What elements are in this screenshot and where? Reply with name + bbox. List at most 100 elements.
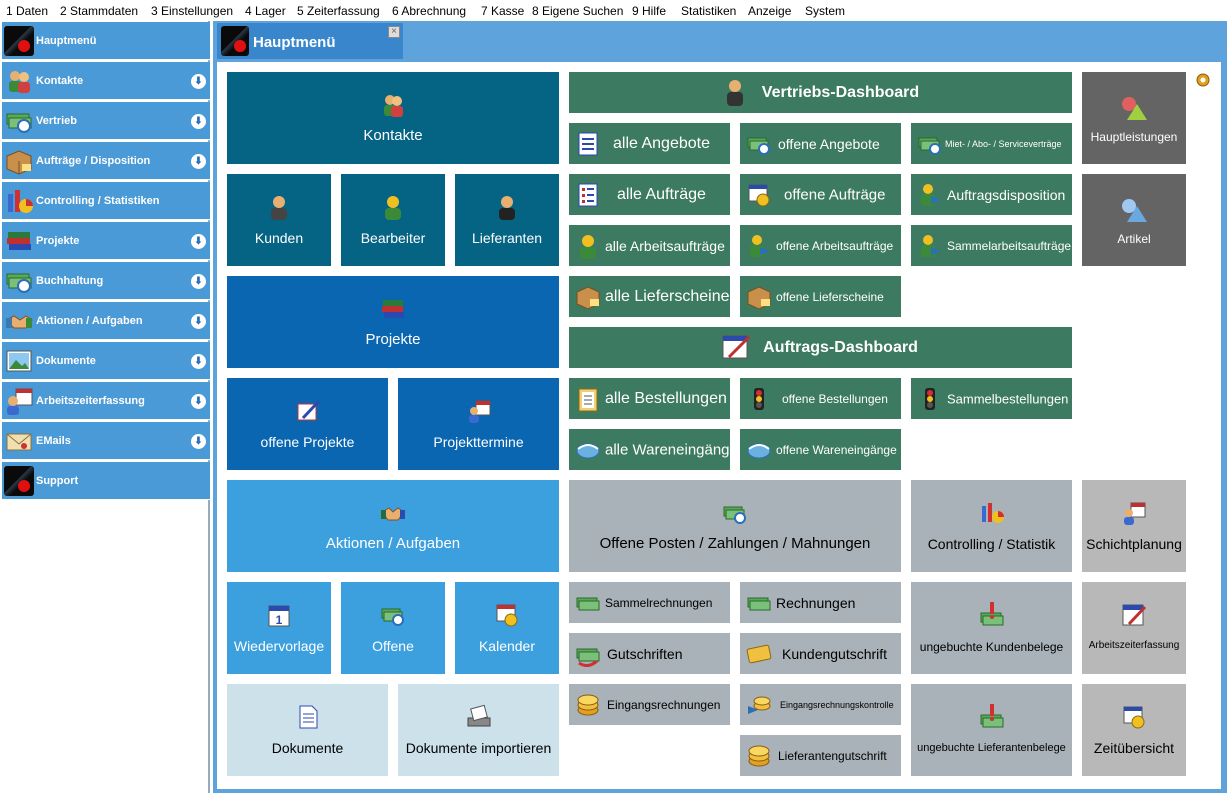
menu-anzeige[interactable]: Anzeige (748, 4, 791, 18)
tile-ungebuchte-lieferantenbelege[interactable]: ungebuchte Lieferantenbelege (911, 684, 1072, 776)
sidebar-item-aktionen[interactable]: Aktionen / Aufgaben ⬇ (2, 302, 210, 340)
sidebar-item-emails[interactable]: EMails ⬇ (2, 422, 210, 460)
tile-mietvertraege[interactable]: Miet- / Abo- / Serviceverträge (911, 123, 1072, 164)
chevron-down-icon[interactable]: ⬇ (191, 394, 206, 409)
menu-kasse[interactable]: 7 Kasse (481, 4, 524, 18)
menu-daten[interactable]: 1 Daten (6, 4, 48, 18)
tile-gutschriften[interactable]: Gutschriften (569, 633, 730, 674)
tile-offene-projekte[interactable]: offene Projekte (227, 378, 388, 470)
tile-eingangsrechnungen[interactable]: Eingangsrechnungen (569, 684, 730, 725)
tile-alle-bestellungen[interactable]: alle Bestellungen (569, 378, 730, 419)
document-icon (299, 705, 317, 729)
list-icon (578, 132, 598, 155)
tile-label: Offene (372, 638, 414, 654)
tile-label: Sammelbestellungen (947, 391, 1069, 406)
chevron-down-icon[interactable]: ⬇ (191, 274, 206, 289)
tile-auftragsdisposition[interactable]: Auftragsdisposition (911, 174, 1072, 215)
sidebar-item-hauptmenue[interactable]: Hauptmenü (2, 22, 210, 60)
sidebar-item-controlling[interactable]: Controlling / Statistiken (2, 182, 210, 220)
tile-label: Lieferantengutschrift (778, 748, 887, 763)
sidebar-item-kontakte[interactable]: Kontakte ⬇ (2, 62, 210, 100)
close-tab-button[interactable]: × (388, 26, 400, 38)
menu-einstellungen[interactable]: 3 Einstellungen (151, 4, 233, 18)
tile-offene-bestellungen[interactable]: offene Bestellungen (740, 378, 901, 419)
menu-eigene-suchen[interactable]: 8 Eigene Suchen (532, 4, 623, 18)
tile-ungebuchte-kundenbelege[interactable]: ungebuchte Kundenbelege (911, 582, 1072, 674)
sidebar-item-vertrieb[interactable]: Vertrieb ⬇ (2, 102, 210, 140)
chevron-down-icon[interactable]: ⬇ (191, 234, 206, 249)
tile-label: Miet- / Abo- / Serviceverträge (945, 138, 1062, 149)
chevron-down-icon[interactable]: ⬇ (191, 74, 206, 89)
gear-icon[interactable] (1195, 72, 1211, 88)
tile-projekte[interactable]: Projekte (227, 276, 559, 368)
tile-aktionen[interactable]: Aktionen / Aufgaben (227, 480, 559, 572)
tile-sammelrechnungen[interactable]: Sammelrechnungen (569, 582, 730, 623)
tile-dokumente[interactable]: Dokumente (227, 684, 388, 776)
tile-wiedervorlage[interactable]: 1 Wiedervorlage (227, 582, 331, 674)
tile-alle-auftraege[interactable]: alle Aufträge (569, 174, 730, 215)
person-icon (499, 196, 515, 220)
tile-dokumente-importieren[interactable]: Dokumente importieren (398, 684, 559, 776)
sidebar-item-support[interactable]: Support (2, 462, 210, 500)
tile-label: Controlling / Statistik (927, 536, 1056, 552)
tile-sammelarbeitsauftraege[interactable]: Sammelarbeitsaufträge (911, 225, 1072, 266)
chevron-down-icon[interactable]: ⬇ (191, 354, 206, 369)
tile-offene-arbeitsauftraege[interactable]: offene Arbeitsaufträge (740, 225, 901, 266)
menu-lager[interactable]: 4 Lager (245, 4, 286, 18)
tile-offene-wareneingaenge[interactable]: offene Wareneingänge (740, 429, 901, 470)
shapes-icon (1122, 199, 1147, 222)
tile-sammelbestellungen[interactable]: Sammelbestellungen (911, 378, 1072, 419)
sidebar-item-projekte[interactable]: Projekte ⬇ (2, 222, 210, 260)
tile-alle-wareneingaenge[interactable]: alle Wareneingänge (569, 429, 738, 470)
tile-kundengutschrift[interactable]: Kundengutschrift (740, 633, 901, 674)
tile-artikel[interactable]: Artikel (1082, 174, 1186, 266)
sidebar-item-buchhaltung[interactable]: Buchhaltung ⬇ (2, 262, 210, 300)
menu-system[interactable]: System (805, 4, 845, 18)
tab-label: Hauptmenü (253, 34, 336, 51)
tile-bearbeiter[interactable]: Bearbeiter (341, 174, 445, 266)
chevron-down-icon[interactable]: ⬇ (191, 314, 206, 329)
menu-abrechnung[interactable]: 6 Abrechnung (392, 4, 466, 18)
tile-arbeitszeiterfassung[interactable]: Arbeitszeiterfassung (1082, 582, 1186, 674)
tile-alle-angebote[interactable]: alle Angebote (569, 123, 730, 164)
tile-kalender[interactable]: Kalender (455, 582, 559, 674)
menu-statistiken[interactable]: Statistiken (681, 4, 736, 18)
tile-zeituebersicht[interactable]: Zeitübersicht (1082, 684, 1186, 776)
tile-schichtplanung[interactable]: Schichtplanung (1082, 480, 1186, 572)
tile-offene-posten[interactable]: Offene Posten / Zahlungen / Mahnungen (569, 480, 901, 572)
tile-alle-lieferscheine[interactable]: alle Lieferscheine (569, 276, 730, 317)
tile-controlling[interactable]: Controlling / Statistik (911, 480, 1072, 572)
tab-hauptmenue[interactable]: Hauptmenü (217, 23, 403, 59)
money-icon (747, 597, 771, 610)
tile-lieferantengutschrift[interactable]: Lieferantengutschrift (740, 735, 901, 776)
tile-lieferanten[interactable]: Lieferanten (455, 174, 559, 266)
tile-offene[interactable]: Offene (341, 582, 445, 674)
svg-text:1: 1 (276, 613, 283, 627)
person-icon (385, 196, 401, 220)
sidebar-item-dokumente[interactable]: Dokumente ⬇ (2, 342, 210, 380)
sidebar-item-auftraege[interactable]: Aufträge / Disposition ⬇ (2, 142, 210, 180)
sidebar-item-arbeitszeit[interactable]: Arbeitszeiterfassung ⬇ (2, 382, 210, 420)
calendar-clock-icon (748, 184, 770, 206)
tile-kontakte[interactable]: Kontakte (227, 72, 559, 164)
sidebar-item-label: Support (36, 475, 79, 487)
tile-offene-auftraege[interactable]: offene Aufträge (740, 174, 901, 215)
tile-eingangsrechnungskontrolle[interactable]: Eingangsrechnungskontrolle (740, 684, 901, 725)
chevron-down-icon[interactable]: ⬇ (191, 434, 206, 449)
tile-alle-arbeitsauftraege[interactable]: alle Arbeitsaufträge (569, 225, 730, 266)
tile-rechnungen[interactable]: Rechnungen (740, 582, 901, 623)
menu-stammdaten[interactable]: 2 Stammdaten (60, 4, 138, 18)
menu-hilfe[interactable]: 9 Hilfe (632, 4, 666, 18)
chevron-down-icon[interactable]: ⬇ (191, 114, 206, 129)
tile-offene-angebote[interactable]: offene Angebote (740, 123, 901, 164)
tile-label: ungebuchte Kundenbelege (919, 640, 1064, 654)
chevron-down-icon[interactable]: ⬇ (191, 154, 206, 169)
tile-kunden[interactable]: Kunden (227, 174, 331, 266)
tile-hauptleistungen[interactable]: Hauptleistungen (1082, 72, 1186, 164)
person-icon (580, 234, 596, 259)
tile-offene-lieferscheine[interactable]: offene Lieferscheine (740, 276, 901, 317)
truck-icon (576, 443, 600, 458)
clipboard-icon (578, 388, 598, 411)
tile-projekttermine[interactable]: Projekttermine (398, 378, 559, 470)
menu-zeiterfassung[interactable]: 5 Zeiterfassung (297, 4, 380, 18)
